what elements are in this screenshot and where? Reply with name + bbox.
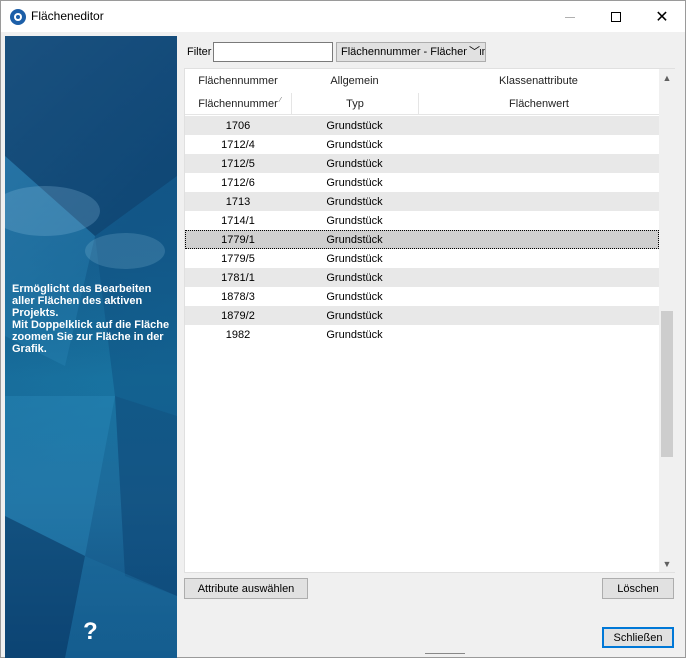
cell-flaechennummer: 1714/1 [221, 214, 255, 227]
cell-flaechennummer: 1878/3 [221, 290, 255, 303]
group-header-row: Flächennummer Allgemein Klassenattribute [185, 69, 659, 93]
table-row[interactable]: 1982 Grundstück [185, 325, 659, 344]
chevron-down-icon: ﹀ [467, 43, 480, 61]
scrollbar-thumb[interactable] [661, 311, 673, 457]
cell-flaechennummer: 1982 [225, 328, 251, 341]
window-title: Flächeneditor [31, 9, 104, 23]
cell-typ: Grundstück [326, 309, 383, 322]
cell-flaechennummer: 1712/6 [221, 176, 255, 189]
table-row[interactable]: 1878/3 Grundstück [185, 287, 659, 306]
cell-typ: Grundstück [326, 176, 383, 189]
table-row[interactable]: 1713 Grundstück [185, 192, 659, 211]
filter-select-value: Flächennummer - Flächennummer [341, 46, 485, 58]
cell-typ: Grundstück [326, 157, 383, 170]
column-header-label: Flächenwert [509, 97, 569, 110]
vertical-scrollbar[interactable]: ▲ ▼ [659, 69, 675, 572]
table-row[interactable]: 1712/5 Grundstück [185, 154, 659, 173]
table-row[interactable]: 1712/4 Grundstück [185, 135, 659, 154]
table-row[interactable]: 1712/6 Grundstück [185, 173, 659, 192]
delete-button[interactable]: Löschen [602, 578, 674, 599]
cell-typ: Grundstück [326, 328, 383, 341]
title-bar[interactable]: Flächeneditor ✕ [1, 1, 685, 32]
grid-rows: 1706 Grundstück 1712/4 Grundstück 1712/5… [185, 116, 659, 344]
close-button[interactable]: Schließen [602, 627, 674, 648]
info-sidebar: Ermöglicht das Bearbeiten aller Flächen … [5, 36, 177, 658]
column-header-flaechennummer[interactable]: Flächennummer ⁄ [185, 93, 291, 114]
cell-flaechennummer: 1712/5 [221, 157, 255, 170]
table-row[interactable]: 1781/1 Grundstück [185, 268, 659, 287]
cell-flaechennummer: 1712/4 [221, 138, 255, 151]
cell-flaechennummer: 1713 [225, 195, 251, 208]
group-header-allgemein: Allgemein [330, 75, 379, 87]
table-row[interactable]: 1779/5 Grundstück [185, 249, 659, 268]
table-row[interactable]: 1879/2 Grundstück [185, 306, 659, 325]
minimize-button[interactable] [547, 1, 593, 32]
app-icon [10, 9, 26, 25]
table-row-selected[interactable]: 1779/1 Grundstück [185, 230, 659, 249]
scroll-up-icon[interactable]: ▲ [659, 69, 675, 86]
cell-typ: Grundstück [326, 195, 383, 208]
maximize-icon [611, 11, 621, 22]
cell-typ: Grundstück [326, 252, 383, 265]
group-header-flaechennummer: Flächennummer [198, 75, 278, 87]
column-header-row: Flächennummer ⁄ Typ Flächenwert [185, 93, 659, 115]
column-header-flaechenwert[interactable]: Flächenwert [418, 93, 659, 114]
cell-typ: Grundstück [326, 119, 383, 132]
sidebar-description: Ermöglicht das Bearbeiten aller Flächen … [12, 283, 170, 355]
scroll-down-icon[interactable]: ▼ [659, 555, 675, 572]
close-window-button[interactable]: ✕ [639, 1, 685, 32]
filter-column-select[interactable]: Flächennummer - Flächennummer ﹀ [336, 42, 486, 62]
flaecheneditor-window: Flächeneditor ✕ Ermöglicht das Bearbeite… [0, 0, 686, 658]
flaechen-grid[interactable]: Flächennummer Allgemein Klassenattribute… [184, 68, 675, 573]
cell-typ: Grundstück [326, 290, 383, 303]
sort-ascending-icon: ⁄ [279, 97, 281, 104]
group-header-klassenattribute: Klassenattribute [499, 75, 578, 87]
filter-label: Filter [187, 46, 212, 58]
close-icon: ✕ [655, 8, 669, 26]
cell-flaechennummer: 1879/2 [221, 309, 255, 322]
cell-typ: Grundstück [326, 233, 383, 246]
column-header-typ[interactable]: Typ [291, 93, 418, 114]
minimize-icon [565, 17, 575, 18]
cell-typ: Grundstück [326, 214, 383, 227]
background-window-fragment [425, 653, 465, 658]
column-header-label: Typ [346, 97, 364, 110]
cell-flaechennummer: 1706 [225, 119, 251, 132]
cell-typ: Grundstück [326, 271, 383, 284]
filter-input[interactable] [213, 42, 333, 62]
help-icon[interactable]: ? [83, 618, 98, 646]
cell-typ: Grundstück [326, 138, 383, 151]
cell-flaechennummer: 1781/1 [221, 271, 255, 284]
cell-flaechennummer: 1779/5 [221, 252, 255, 265]
select-attributes-button[interactable]: Attribute auswählen [184, 578, 308, 599]
cell-flaechennummer: 1779/1 [221, 233, 255, 246]
maximize-button[interactable] [593, 1, 639, 32]
column-header-label: Flächennummer [198, 97, 278, 110]
table-row[interactable]: 1706 Grundstück [185, 116, 659, 135]
table-row[interactable]: 1714/1 Grundstück [185, 211, 659, 230]
